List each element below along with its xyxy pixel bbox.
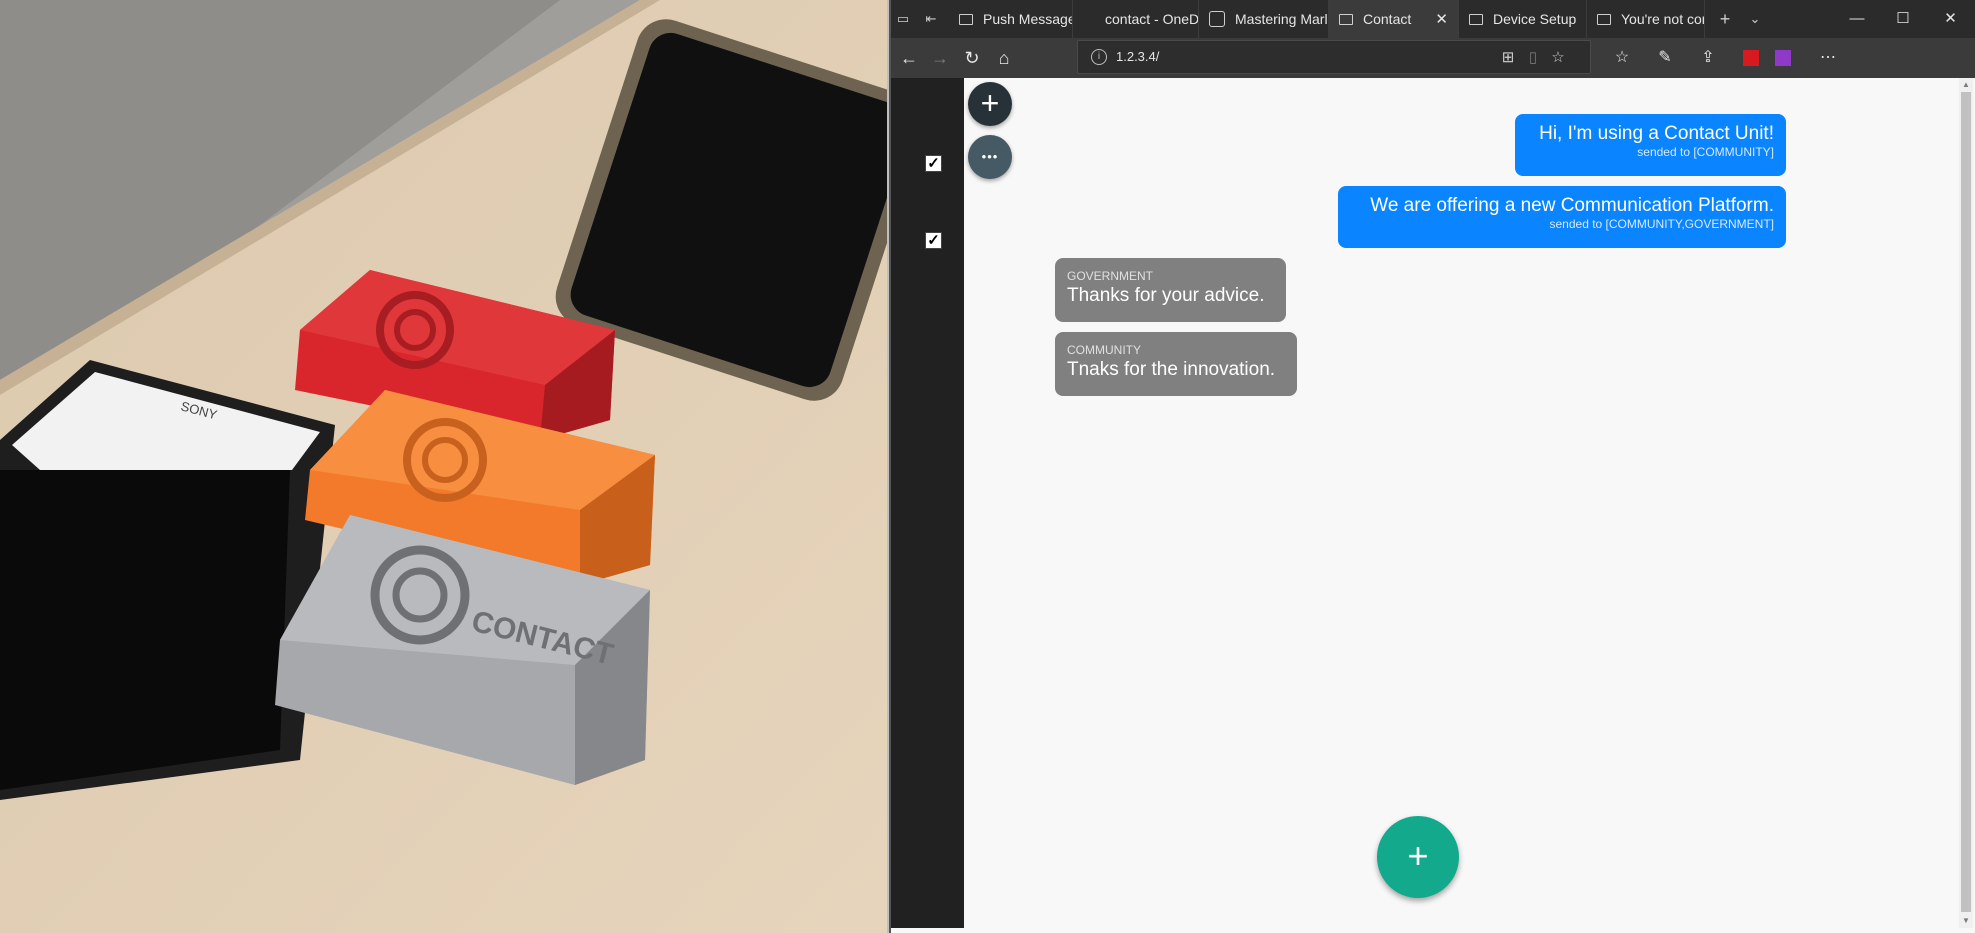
home-icon[interactable]: ⌂: [991, 46, 1017, 70]
extension-icon[interactable]: ⊞: [1498, 48, 1518, 68]
message-text: Tnaks for the innovation.: [1067, 359, 1276, 380]
message-bubble-outgoing: Hi, I'm using a Contact Unit! sended to …: [1515, 114, 1786, 176]
sidebar-checkbox-2[interactable]: ✓: [925, 232, 942, 249]
message-bubble-incoming: COMMUNITY Tnaks for the innovation.: [1055, 332, 1297, 396]
onenote-extension-icon[interactable]: [1771, 47, 1795, 69]
set-aside-tabs-icon[interactable]: ⇤: [921, 9, 941, 29]
minimize-icon[interactable]: —: [1834, 0, 1880, 38]
pen-icon[interactable]: ✎: [1653, 47, 1677, 69]
tab-label: Push Messages: [983, 11, 1073, 27]
title-bar: ▭ ⇤ Push Messages contact - OneD Masteri…: [891, 0, 1975, 38]
sidebar: ✓ ✓: [891, 78, 964, 928]
pdf-extension-icon[interactable]: [1739, 47, 1763, 69]
tab-device-setup[interactable]: Device Setup: [1459, 0, 1587, 38]
scroll-down-icon[interactable]: ▼: [1959, 914, 1973, 928]
tab-label: contact - OneD: [1105, 11, 1199, 27]
product-photo: SONY CONTACT: [0, 0, 887, 933]
back-arrow-icon[interactable]: ←: [896, 46, 922, 70]
tab-push-messages[interactable]: Push Messages: [949, 0, 1073, 38]
reading-view-icon[interactable]: ▯: [1523, 48, 1543, 68]
close-tab-icon[interactable]: ✕: [1435, 10, 1448, 28]
forward-arrow-icon[interactable]: →: [927, 46, 953, 70]
message-sender: GOVERNMENT: [1067, 269, 1154, 283]
page-content: ✓ ✓ + ••• Hi, I'm using a Contact Unit! …: [891, 78, 1975, 930]
message-recipients: sended to [COMMUNITY,GOVERNMENT]: [1549, 217, 1775, 231]
message-sender: COMMUNITY: [1067, 343, 1141, 357]
address-bar[interactable]: i 1.2.3.4/ ⊞ ▯ ☆: [1077, 40, 1591, 74]
maximize-icon[interactable]: ☐: [1880, 0, 1926, 38]
page-icon: [959, 13, 973, 25]
sidebar-checkbox-1[interactable]: ✓: [925, 155, 942, 172]
site-info-icon[interactable]: i: [1091, 49, 1107, 65]
message-text: Hi, I'm using a Contact Unit!: [1539, 123, 1774, 144]
more-menu-icon[interactable]: ⋯: [1816, 47, 1840, 69]
photo-illustration: SONY CONTACT: [0, 0, 887, 933]
site-icon: [1209, 11, 1225, 27]
new-tab-icon[interactable]: +: [1715, 9, 1735, 29]
url-text[interactable]: 1.2.3.4/: [1116, 49, 1159, 64]
page-icon: [1597, 13, 1611, 25]
phone-left: SONY: [0, 360, 335, 800]
tab-preview-icon[interactable]: ▭: [893, 9, 913, 29]
compose-fab-button[interactable]: +: [1377, 816, 1459, 898]
tab-onedrive[interactable]: contact - OneD: [1073, 0, 1199, 38]
tab-contact[interactable]: Contact ✕: [1329, 0, 1459, 38]
page-icon: [1339, 13, 1353, 25]
scrollbar-thumb[interactable]: [1961, 92, 1971, 912]
message-recipients: sended to [COMMUNITY]: [1637, 145, 1774, 159]
tab-label: Contact: [1363, 11, 1412, 27]
refresh-icon[interactable]: ↻: [959, 46, 985, 70]
message-bubble-outgoing: We are offering a new Communication Plat…: [1338, 186, 1786, 248]
browser-window: ▭ ⇤ Push Messages contact - OneD Masteri…: [889, 0, 1975, 933]
page-icon: [1469, 13, 1483, 25]
tab-label: You're not conr: [1621, 11, 1705, 27]
navigation-bar: ← → ↻ ⌂ i 1.2.3.4/ ⊞ ▯ ☆ ☆ ✎ ⇪ ⋯: [891, 38, 1975, 78]
add-button[interactable]: +: [968, 82, 1012, 126]
share-icon[interactable]: ⇪: [1696, 47, 1720, 69]
message-text: We are offering a new Communication Plat…: [1370, 195, 1774, 216]
favorites-hub-icon[interactable]: ☆: [1610, 47, 1634, 69]
close-window-icon[interactable]: ✕: [1926, 0, 1975, 38]
scroll-up-icon[interactable]: ▲: [1959, 78, 1973, 92]
scrollbar[interactable]: ▲ ▼: [1959, 78, 1973, 928]
message-bubble-incoming: GOVERNMENT Thanks for your advice.: [1055, 258, 1286, 322]
tab-mastering[interactable]: Mastering Marl: [1199, 0, 1329, 38]
favorite-star-icon[interactable]: ☆: [1548, 48, 1568, 68]
message-text: Thanks for your advice.: [1067, 285, 1265, 306]
tab-list-chevron-icon[interactable]: ⌄: [1745, 9, 1765, 29]
tab-label: Mastering Marl: [1235, 11, 1328, 27]
tab-not-connected[interactable]: You're not conr: [1587, 0, 1705, 38]
more-options-button[interactable]: •••: [968, 135, 1012, 179]
tab-label: Device Setup: [1493, 11, 1577, 27]
